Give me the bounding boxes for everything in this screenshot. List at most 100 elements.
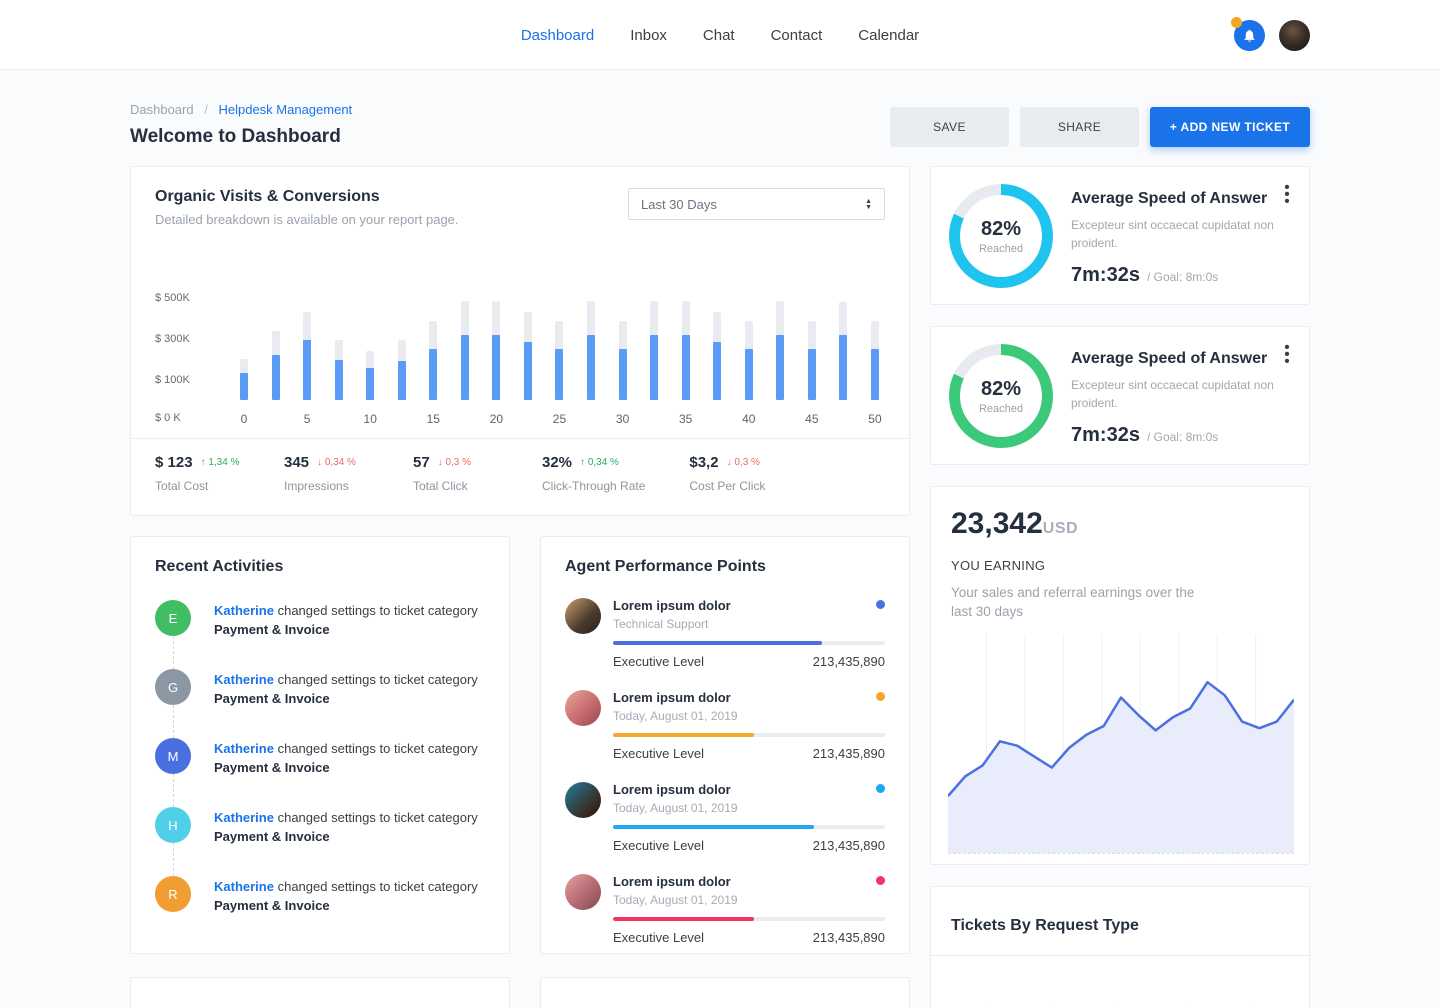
agent-progress-bar <box>613 641 822 645</box>
stat-item: 32% ↑ 0,34 % Click-Through Rate <box>542 454 645 515</box>
bar <box>650 301 658 400</box>
earnings-label: YOU EARNING <box>948 558 1292 573</box>
x-tick-label: 0 <box>240 412 248 426</box>
activity-user-link[interactable]: Katherine <box>214 879 274 894</box>
stat-delta: ↓ 0,34 % <box>317 457 356 468</box>
stat-item: $ 123 ↑ 1,34 % Total Cost <box>155 454 240 515</box>
save-button[interactable]: SAVE <box>890 107 1009 147</box>
bar <box>524 312 532 400</box>
bar <box>303 312 311 400</box>
activity-user-link[interactable]: Katherine <box>214 741 274 756</box>
activity-user-link[interactable]: Katherine <box>214 810 274 825</box>
activity-action: changed settings to ticket category <box>278 672 478 687</box>
y-tick-label: $ 0 K <box>155 412 181 424</box>
stat-label: Total Click <box>413 479 498 493</box>
agent-row: Lorem ipsum dolor Today, August 01, 2019… <box>565 874 885 945</box>
x-tick-label: 25 <box>555 412 563 426</box>
activity-target: Payment & Invoice <box>214 760 330 775</box>
earnings-description: Your sales and referral earnings over th… <box>948 584 1198 622</box>
agent-progress-bar <box>613 825 814 829</box>
x-tick-label <box>839 412 847 426</box>
more-options-icon[interactable]: ••• <box>1279 185 1295 205</box>
nav-item-label: Chat <box>703 27 735 44</box>
speed-goal-label: / Goal: 8m:0s <box>1147 270 1218 284</box>
agent-subtitle: Today, August 01, 2019 <box>613 709 885 723</box>
x-tick-label <box>335 412 343 426</box>
speed-goal-label: / Goal: 8m:0s <box>1147 430 1218 444</box>
bar <box>461 301 469 400</box>
x-tick-label <box>776 412 784 426</box>
x-tick-label <box>524 412 532 426</box>
agent-progress-track <box>613 917 885 921</box>
bar <box>713 312 721 400</box>
bar-chart-plot <box>240 287 879 400</box>
activity-text: Katherine changed settings to ticket cat… <box>214 600 478 669</box>
stat-delta: ↑ 0,34 % <box>580 457 619 468</box>
activity-user-link[interactable]: Katherine <box>214 672 274 687</box>
activity-item: H Katherine changed settings to ticket c… <box>155 807 485 876</box>
agent-status-dot <box>876 876 885 885</box>
bar <box>619 321 627 400</box>
agent-row: Lorem ipsum dolor Technical Support Exec… <box>565 598 885 669</box>
earnings-amount: 23,342 <box>951 507 1043 541</box>
user-avatar[interactable] <box>1279 20 1310 51</box>
earnings-line-chart <box>948 634 1294 854</box>
activity-user-link[interactable]: Katherine <box>214 603 274 618</box>
agent-name: Lorem ipsum dolor <box>613 874 885 889</box>
agent-progress-track <box>613 825 885 829</box>
bar <box>839 302 847 400</box>
x-tick-label: 45 <box>808 412 816 426</box>
organic-visits-card: Organic Visits & Conversions Detailed br… <box>130 166 910 516</box>
agent-name: Lorem ipsum dolor <box>613 782 885 797</box>
activity-item: E Katherine changed settings to ticket c… <box>155 600 485 669</box>
add-new-ticket-button[interactable]: + ADD NEW TICKET <box>1150 107 1310 147</box>
x-tick-label: 30 <box>619 412 627 426</box>
timeline-connector <box>173 843 174 876</box>
date-range-select[interactable]: Last 30 Days ▲▼ <box>628 188 885 220</box>
activity-item: G Katherine changed settings to ticket c… <box>155 669 485 738</box>
tickets-card-title: Tickets By Request Type <box>951 917 1289 935</box>
nav-item[interactable]: Chat <box>703 27 735 44</box>
stat-item: 57 ↓ 0,3 % Total Click <box>413 454 498 515</box>
x-tick-label <box>272 412 280 426</box>
activity-target: Payment & Invoice <box>214 622 330 637</box>
bar-chart-y-axis: $ 500K$ 300K$ 100K$ 0 K <box>155 241 203 400</box>
tickets-by-request-card: Tickets By Request Type <box>930 886 1310 1008</box>
earnings-card: 23,342 USD YOU EARNING Your sales and re… <box>930 486 1310 865</box>
y-tick-label: $ 100K <box>155 374 190 386</box>
agent-subtitle: Technical Support <box>613 617 885 631</box>
agent-name: Lorem ipsum dolor <box>613 690 885 705</box>
x-tick-label: 5 <box>303 412 311 426</box>
stat-item: $3,2 ↓ 0,3 % Cost Per Click <box>689 454 774 515</box>
breadcrumb-current-link[interactable]: Helpdesk Management <box>218 102 352 117</box>
nav-item-label: Dashboard <box>521 27 594 44</box>
agent-avatar <box>565 690 601 726</box>
partial-card-middle <box>540 977 910 1008</box>
agent-row: Lorem ipsum dolor Today, August 01, 2019… <box>565 782 885 853</box>
top-navigation-bar: Dashboard Inbox Chat Contact Calendar <box>0 0 1440 70</box>
delta-value: 1,34 % <box>208 457 239 468</box>
agent-subtitle: Today, August 01, 2019 <box>613 893 885 907</box>
nav-item[interactable]: Dashboard <box>521 27 594 44</box>
agent-status-dot <box>876 784 885 793</box>
agent-level-label: Executive Level <box>613 746 704 761</box>
delta-arrow-icon: ↓ <box>317 457 322 468</box>
bar <box>240 359 248 400</box>
notifications-button[interactable] <box>1234 20 1265 51</box>
nav-item[interactable]: Calendar <box>858 27 919 44</box>
activity-avatar: E <box>155 600 191 636</box>
avg-speed-card-2: 82% Reached Average Speed of Answer Exce… <box>930 326 1310 465</box>
nav-item[interactable]: Contact <box>771 27 823 44</box>
donut-reached-label: Reached <box>979 403 1023 415</box>
x-tick-label <box>650 412 658 426</box>
breadcrumb-dashboard-link[interactable]: Dashboard <box>130 102 194 117</box>
timeline-connector <box>173 705 174 738</box>
activity-action: changed settings to ticket category <box>278 810 478 825</box>
page-title: Welcome to Dashboard <box>130 126 352 148</box>
share-button[interactable]: SHARE <box>1020 107 1139 147</box>
stat-delta: ↑ 1,34 % <box>201 457 240 468</box>
donut-reached-label: Reached <box>979 243 1023 255</box>
more-options-icon[interactable]: ••• <box>1279 345 1295 365</box>
nav-item-label: Inbox <box>630 27 667 44</box>
nav-item[interactable]: Inbox <box>630 27 667 44</box>
